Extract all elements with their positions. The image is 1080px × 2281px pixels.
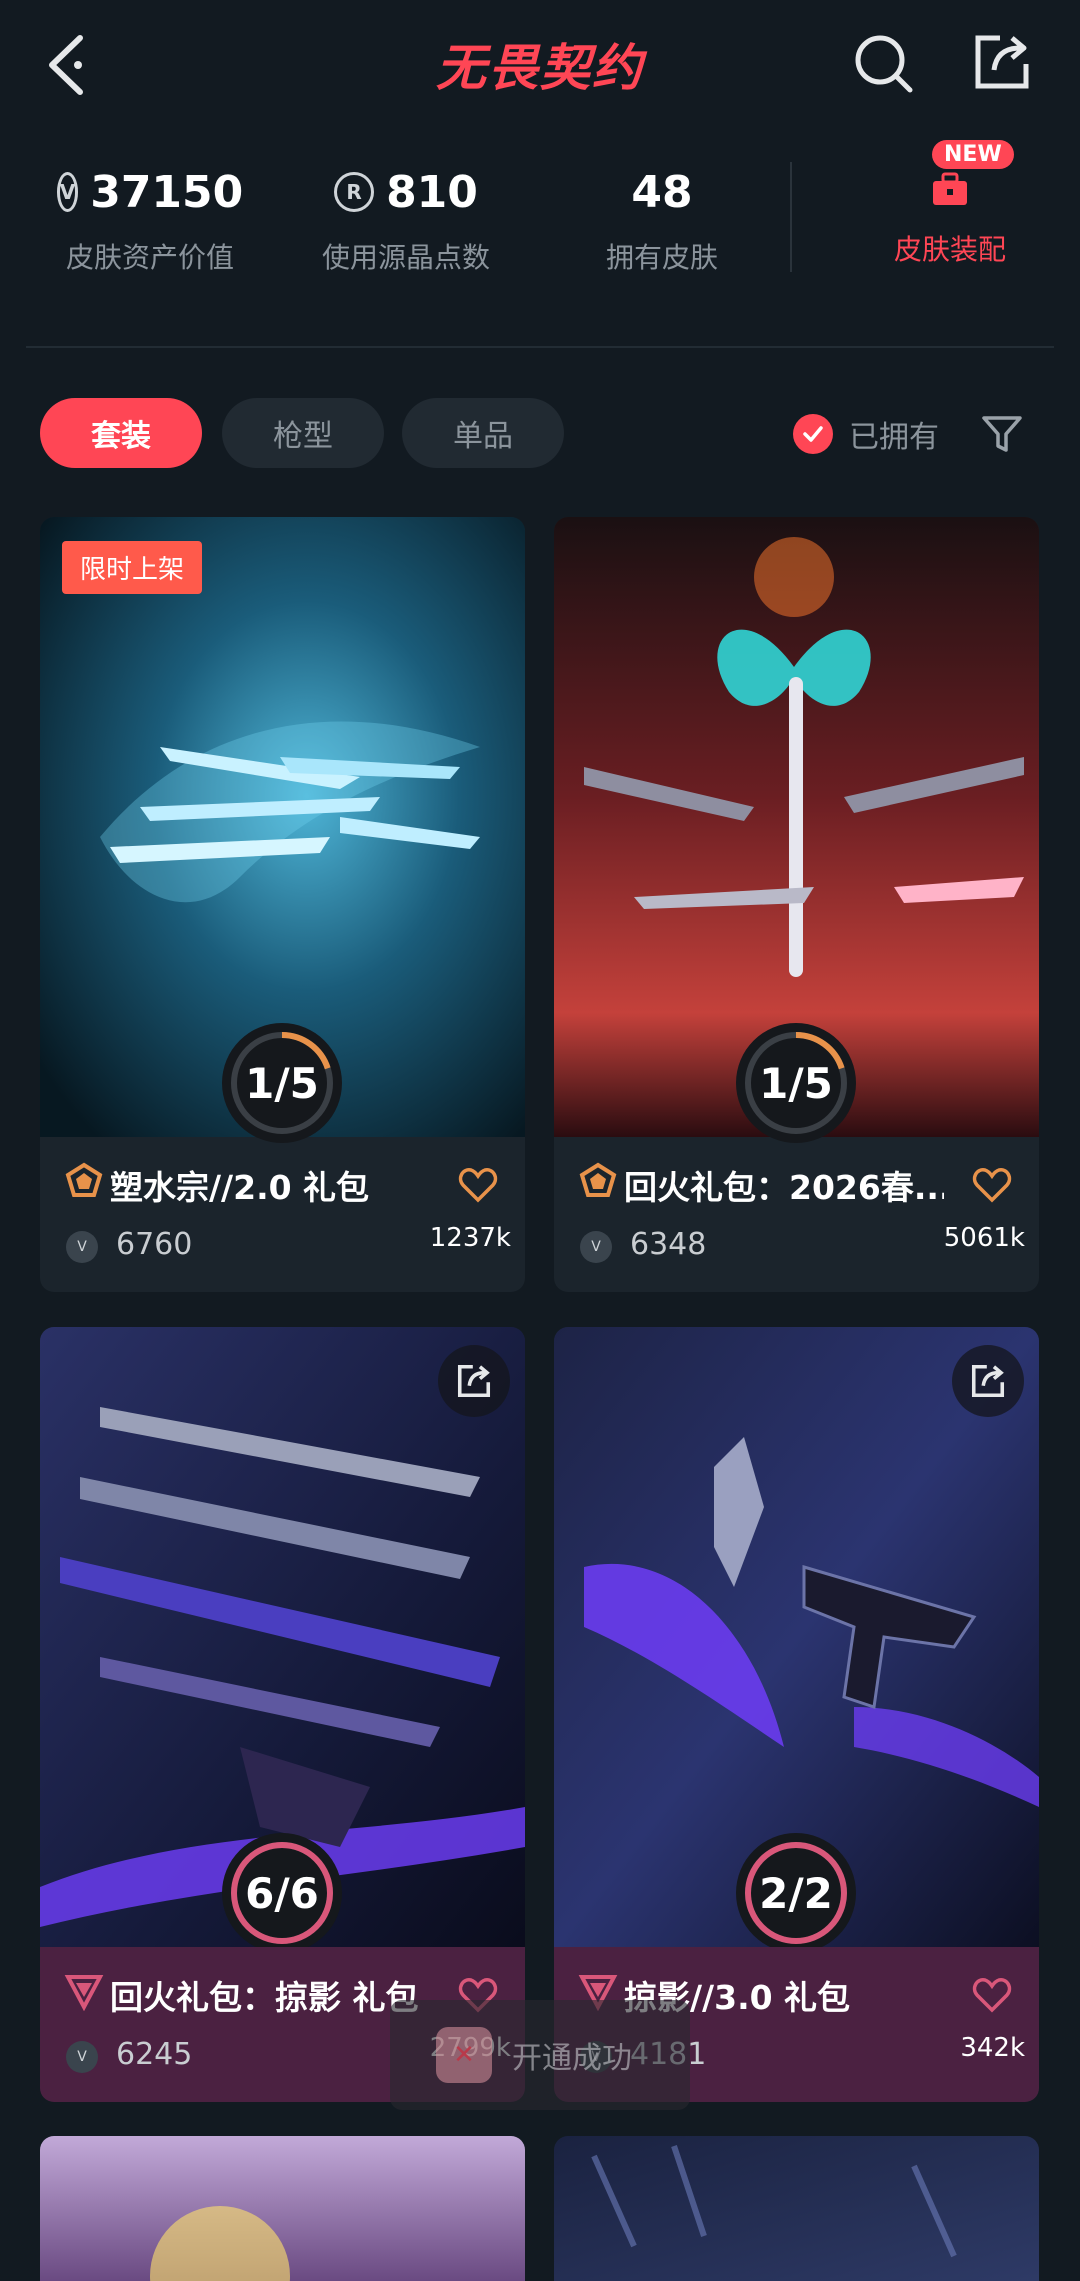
tab-single-item[interactable]: 单品 (402, 398, 564, 468)
share-button[interactable] (952, 1345, 1024, 1417)
limited-time-badge: 限时上架 (62, 541, 203, 594)
progress-text: 1/5 (759, 1058, 833, 1108)
bundle-price: 6348 (630, 1227, 707, 1262)
collection-progress: 6/6 (216, 1827, 348, 1959)
divider (790, 162, 792, 272)
like-count: 5061k (943, 1223, 1025, 1253)
premium-tier-icon (579, 1162, 617, 1197)
collection-progress: 1/5 (730, 1017, 862, 1149)
asset-value-label: 皮肤资产价值 (65, 241, 234, 274)
owned-filter-label: 已拥有 (849, 420, 939, 455)
share-button[interactable] (438, 1345, 510, 1417)
stats-panel: V 37150 皮肤资产价值 R 810 使用源晶点数 48 拥有皮肤 皮肤装配 (0, 150, 1080, 300)
stat-points: R 810 使用源晶点数 (316, 162, 496, 276)
briefcase-icon (933, 172, 967, 205)
bundle-price: 6760 (116, 1227, 193, 1262)
exclusive-tier-icon (64, 1975, 104, 2011)
valorant-points-icon: V (66, 2041, 98, 2073)
page-title: 无畏契约 (436, 39, 644, 97)
points-label: 使用源晶点数 (321, 241, 490, 274)
radianite-points-icon: R (334, 172, 375, 212)
share-icon[interactable] (970, 30, 1034, 94)
bundle-title: 塑水宗//2.0 礼包 (110, 1168, 370, 1207)
owned-toggle[interactable]: 已拥有 (793, 412, 939, 456)
progress-text: 1/5 (245, 1058, 319, 1108)
owned-label: 拥有皮肤 (605, 241, 718, 274)
section-divider (26, 346, 1054, 348)
bundle-title: 回火礼包：2026春... (624, 1168, 944, 1207)
collection-progress: 1/5 (216, 1017, 348, 1149)
valorant-points-icon: V (56, 172, 79, 212)
bundle-artwork (40, 2136, 525, 2281)
owned-count: 48 (631, 166, 693, 218)
tab-weapon-type[interactable]: 枪型 (222, 398, 384, 468)
share-icon (457, 1364, 491, 1398)
bundle-card[interactable] (554, 2136, 1039, 2281)
heart-icon[interactable] (458, 1165, 498, 1205)
new-badge: NEW (932, 140, 1014, 169)
card-info: 塑水宗//2.0 礼包 V 6760 1237k (40, 1137, 525, 1292)
bundle-artwork (554, 2136, 1039, 2281)
stat-owned: 48 拥有皮肤 (572, 162, 752, 276)
valorant-points-icon: V (66, 1231, 98, 1263)
success-toast: ✕ 开通成功 (390, 2000, 690, 2110)
premium-tier-icon (65, 1162, 103, 1197)
heart-icon[interactable] (972, 1165, 1012, 1205)
collection-progress: 2/2 (730, 1827, 862, 1959)
valorant-points-icon: V (580, 1231, 612, 1263)
tab-bundle[interactable]: 套装 (40, 398, 202, 468)
top-bar: 无畏契约 (0, 0, 1080, 130)
bundle-card[interactable] (40, 2136, 525, 2281)
bundle-card[interactable]: 2/2 掠影//3.0 礼包 V 4181 342k (554, 1327, 1039, 2102)
mascot-icon: ✕ (436, 2027, 492, 2083)
toast-message: 开通成功 (512, 2041, 632, 2076)
filter-icon[interactable] (980, 412, 1024, 456)
progress-text: 6/6 (245, 1868, 319, 1918)
card-info: 回火礼包：2026春... V 6348 5061k (554, 1137, 1039, 1292)
like-count: 1237k (429, 1223, 511, 1253)
asset-value: 37150 (90, 166, 244, 218)
bundle-card[interactable]: 限时上架 1/5 塑水宗//2.0 礼包 V 6760 1237k (40, 517, 525, 1292)
progress-text: 2/2 (759, 1868, 833, 1918)
like-count: 342k (960, 2033, 1025, 2063)
points-value: 810 (386, 166, 478, 218)
bundle-card[interactable]: 1/5 回火礼包：2026春... V 6348 5061k (554, 517, 1039, 1292)
skin-equip-label: 皮肤装配 (893, 233, 1006, 266)
stat-asset-value: V 37150 皮肤资产价值 (56, 162, 244, 276)
checkmark-icon (793, 414, 833, 454)
bundle-card[interactable]: 6/6 回火礼包：掠影 礼包 V 6245 2799k (40, 1327, 525, 2102)
bundle-title: 回火礼包：掠影 礼包 (110, 1978, 419, 2017)
share-icon (971, 1364, 1005, 1398)
bundle-price: 6245 (116, 2037, 193, 2072)
search-icon[interactable] (852, 32, 916, 96)
heart-icon[interactable] (972, 1975, 1012, 2015)
